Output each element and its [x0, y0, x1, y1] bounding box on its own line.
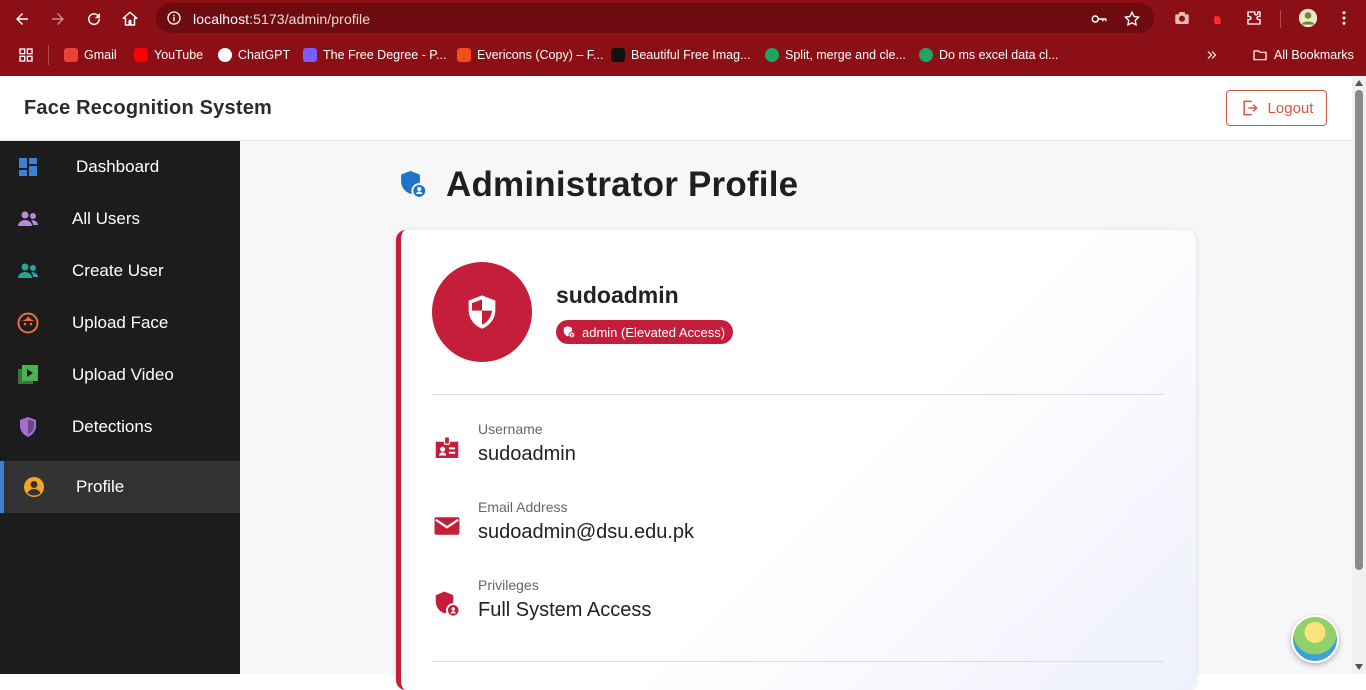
email-field: Email Address sudoadmin@dsu.edu.pk — [432, 499, 1132, 559]
field-value: Full System Access — [478, 599, 652, 621]
logout-button[interactable]: Logout — [1226, 90, 1327, 126]
logout-icon — [1242, 100, 1258, 116]
gmail-icon — [64, 48, 78, 62]
profile-name: sudoadmin — [556, 282, 679, 308]
sidebar-item-detections[interactable]: Detections — [0, 401, 240, 453]
divider — [432, 661, 1164, 662]
avatar — [432, 262, 532, 362]
scroll-thumb[interactable] — [1355, 90, 1363, 570]
sidebar-item-label: Detections — [72, 417, 153, 436]
badge-icon — [435, 436, 459, 458]
admin-shield-icon — [401, 170, 428, 199]
toolbar-divider — [1280, 10, 1281, 28]
bookmark-gmail[interactable]: Gmail — [64, 46, 117, 64]
sidebar-item-label: All Users — [72, 209, 141, 228]
field-value: sudoadmin@dsu.edu.pk — [478, 521, 694, 543]
home-icon[interactable] — [117, 6, 143, 32]
bookmark-evericons[interactable]: Evericons (Copy) – F... — [457, 46, 603, 64]
all-bookmarks-folder[interactable]: All Bookmarks — [1252, 46, 1354, 64]
field-label: Privileges — [478, 577, 539, 593]
admin-shield-icon — [435, 591, 461, 618]
create-user-icon — [18, 263, 38, 278]
bookmark-split-merge[interactable]: Split, merge and cle... — [765, 46, 906, 64]
sidebar-item-upload-face[interactable]: Upload Face — [0, 297, 240, 349]
shield-icon — [20, 417, 36, 437]
sidebar-item-create-user[interactable]: Create User — [0, 245, 240, 297]
browser-menu-icon[interactable] — [1334, 8, 1354, 28]
mail-icon — [434, 517, 460, 535]
bookmark-free-images[interactable]: Beautiful Free Imag... — [611, 46, 751, 64]
extensions-puzzle-icon[interactable] — [1244, 8, 1264, 28]
sidebar-item-label: Profile — [76, 477, 125, 496]
profile-card: sudoadmin admin (Elevated Access) Userna… — [396, 230, 1196, 690]
users-icon — [18, 211, 38, 226]
security-shield-icon — [468, 295, 496, 329]
camera-extension-icon[interactable] — [1172, 8, 1192, 28]
fiverr-icon — [919, 48, 933, 62]
bookmark-chatgpt[interactable]: ChatGPT — [218, 46, 290, 64]
video-icon — [18, 365, 38, 384]
profile-avatar-icon[interactable] — [1298, 8, 1318, 28]
site-info-icon[interactable] — [166, 10, 182, 26]
role-badge: admin (Elevated Access) — [556, 320, 734, 344]
app-title: Face Recognition System — [24, 97, 272, 119]
username-field: Username sudoadmin — [432, 421, 1132, 481]
bookmarks-overflow-icon[interactable] — [1205, 46, 1219, 64]
bookmarks-divider — [48, 45, 49, 65]
figma-icon — [457, 48, 471, 62]
youtube-icon — [134, 48, 148, 62]
bookmark-free-degree[interactable]: The Free Degree - P... — [303, 46, 446, 64]
sidebar-item-label: Upload Video — [72, 365, 174, 384]
page-title: Administrator Profile — [446, 165, 799, 204]
main-content: Administrator Profile sudoadmin admin (E… — [240, 141, 1352, 690]
fiverr-icon — [765, 48, 779, 62]
sidebar-item-all-users[interactable]: All Users — [0, 193, 240, 245]
sidebar-item-label: Create User — [72, 261, 164, 280]
face-icon — [17, 312, 39, 334]
field-label: Username — [478, 421, 543, 437]
folder-icon — [1253, 50, 1267, 61]
back-icon[interactable] — [9, 6, 35, 32]
divider — [432, 394, 1164, 395]
field-value: sudoadmin — [478, 443, 576, 465]
sidebar-item-profile[interactable]: Profile — [0, 461, 240, 513]
sidebar-item-label: Upload Face — [72, 313, 169, 332]
address-bar[interactable]: localhost:5173/admin/profile — [156, 3, 1154, 33]
account-circle-icon — [24, 477, 44, 497]
url-text: localhost:5173/admin/profile — [193, 11, 371, 27]
unsplash-icon — [611, 48, 625, 62]
scroll-up-arrow[interactable] — [1355, 80, 1363, 86]
field-label: Email Address — [478, 499, 568, 515]
forward-icon[interactable] — [45, 6, 71, 32]
privileges-field: Privileges Full System Access — [432, 577, 1132, 637]
apps-grid-icon[interactable] — [18, 46, 34, 64]
bookmark-star-icon[interactable] — [1123, 10, 1141, 28]
sidebar-item-label: Dashboard — [76, 157, 160, 176]
chatgpt-icon — [218, 48, 232, 62]
scroll-down-arrow[interactable] — [1355, 664, 1363, 670]
app-header: Face Recognition System Logout — [0, 76, 1352, 141]
dashboard-icon — [19, 158, 37, 176]
reload-icon[interactable] — [81, 6, 107, 32]
sidebar-item-upload-video[interactable]: Upload Video — [0, 349, 240, 401]
role-badge-label: admin (Elevated Access) — [582, 324, 726, 340]
password-key-icon[interactable] — [1090, 10, 1108, 28]
sidebar-item-dashboard[interactable]: Dashboard — [0, 141, 240, 193]
extension-red-icon[interactable] — [1208, 8, 1228, 28]
bookmark-youtube[interactable]: YouTube — [134, 46, 203, 64]
logout-label: Logout — [1267, 99, 1314, 117]
sidebar: Dashboard All Users Create User Upload F… — [0, 141, 240, 674]
browser-toolbar: localhost:5173/admin/profile — [0, 0, 1366, 37]
free-degree-icon — [303, 48, 317, 62]
floating-assistant-avatar[interactable] — [1291, 615, 1339, 663]
browser-chrome: localhost:5173/admin/profile Gmail YouTu… — [0, 0, 1366, 76]
bookmarks-bar: Gmail YouTube ChatGPT The Free Degree - … — [0, 40, 1366, 70]
page-scrollbar[interactable] — [1352, 76, 1366, 674]
admin-shield-icon — [563, 326, 576, 339]
bookmark-excel[interactable]: Do ms excel data cl... — [919, 46, 1059, 64]
